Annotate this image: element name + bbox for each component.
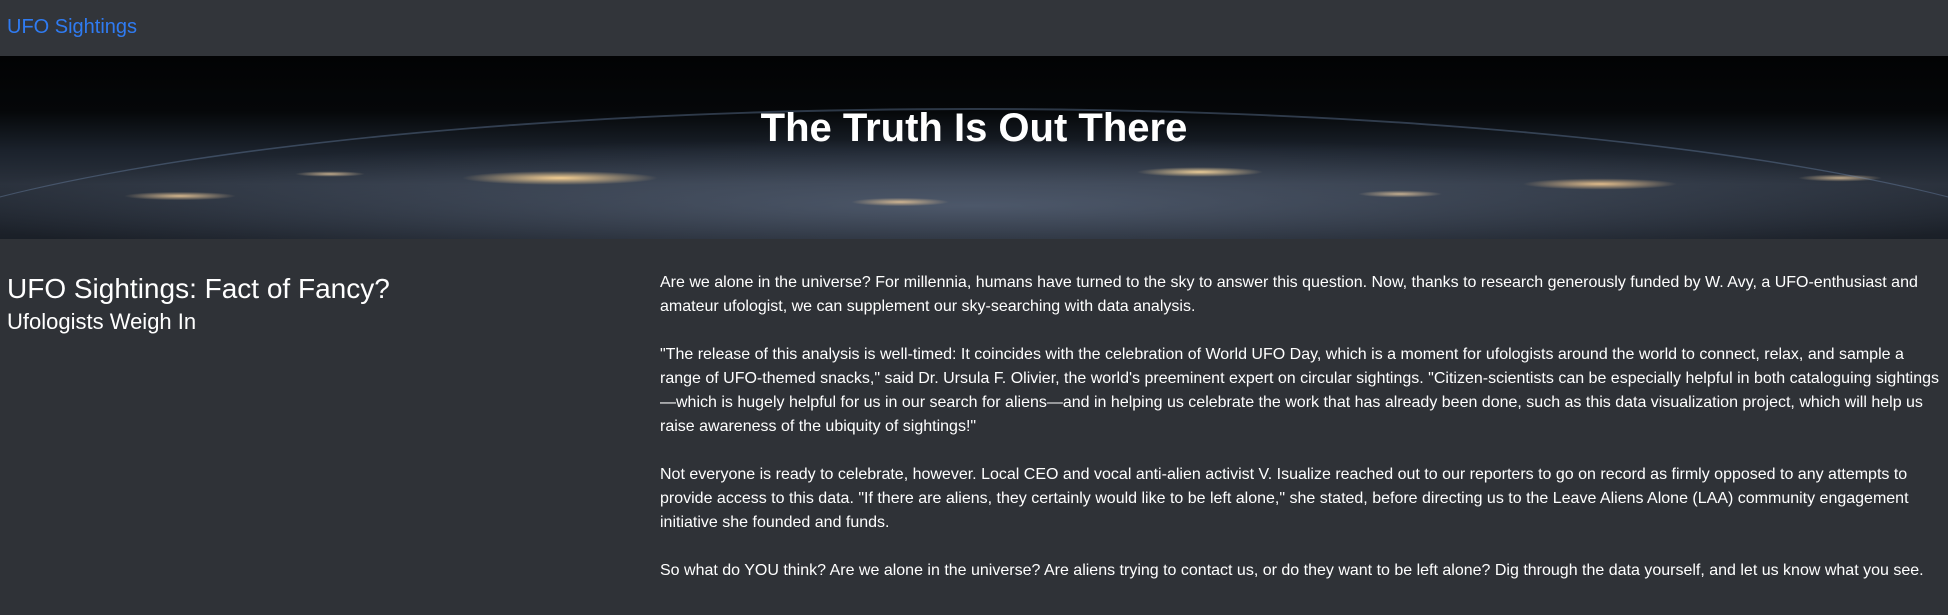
hero-banner: The Truth Is Out There	[0, 56, 1948, 239]
top-navbar: UFO Sightings	[0, 0, 1948, 56]
article-body: Are we alone in the universe? For millen…	[660, 271, 1942, 607]
article-paragraph: Are we alone in the universe? For millen…	[660, 274, 1918, 315]
article-paragraph: So what do YOU think? Are we alone in th…	[660, 562, 1924, 579]
article-heading-column: UFO Sightings: Fact of Fancy? Ufologists…	[7, 272, 647, 336]
article-subhead: Ufologists Weigh In	[7, 309, 197, 334]
article-headline: UFO Sightings: Fact of Fancy?	[7, 273, 390, 304]
hero-title: The Truth Is Out There	[760, 106, 1188, 150]
article-paragraph: Not everyone is ready to celebrate, howe…	[660, 466, 1909, 531]
article-paragraph: "The release of this analysis is well-ti…	[660, 346, 1940, 435]
brand-link[interactable]: UFO Sightings	[7, 15, 137, 39]
